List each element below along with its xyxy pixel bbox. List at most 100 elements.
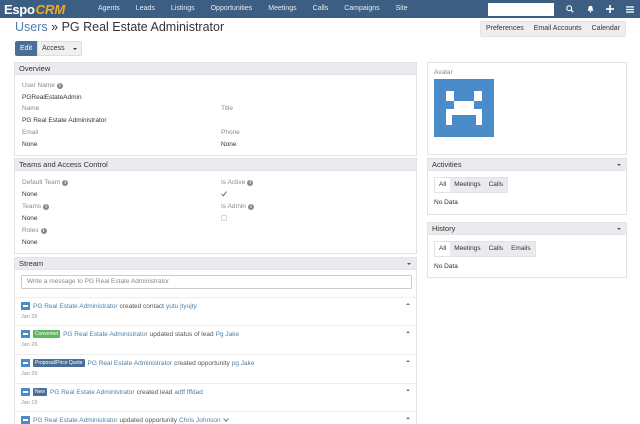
search-icon[interactable]	[560, 0, 580, 18]
menu-icon[interactable]	[620, 0, 640, 18]
status-badge: New	[33, 388, 48, 396]
history-panel: History All Meetings Calls Emails No Dat…	[427, 222, 627, 278]
stream-item: Proposal/Price Quote PG Real Estate Admi…	[15, 354, 416, 382]
field-roles: Roles i None	[22, 227, 47, 247]
avatar	[434, 79, 494, 137]
edit-button[interactable]: Edit	[15, 41, 38, 56]
status-badge: Converted	[33, 330, 61, 338]
default-team-value: None	[22, 191, 38, 198]
activities-panel: Activities All Meetings Calls No Data	[427, 158, 627, 215]
name-value: PG Real Estate Administrator	[22, 117, 107, 124]
nav-menu: Agents Leads Listings Opportunities Meet…	[90, 0, 416, 18]
stream-date: Jan 26	[21, 371, 38, 377]
record-title: PG Real Estate Administrator	[61, 20, 225, 34]
avatar-icon	[21, 330, 30, 338]
stream-target-link[interactable]: adff fffdad	[174, 389, 203, 396]
stream-panel: Stream Write a message to PG Real Estate…	[14, 257, 417, 424]
global-search-input[interactable]	[488, 2, 554, 16]
stream-user-link[interactable]: PG Real Estate Administrator	[50, 389, 135, 396]
field-name: Name PG Real Estate Administrator	[22, 105, 107, 124]
field-teams: Teams i None	[22, 203, 50, 223]
roles-value: None	[22, 239, 38, 246]
status-badge: Proposal/Price Quote	[33, 359, 85, 367]
info-icon: i	[56, 83, 63, 89]
field-title: Title	[221, 105, 234, 112]
email-value: None	[22, 141, 38, 148]
breadcrumb-separator: »	[47, 20, 62, 34]
top-navbar: Espo CRM Agents Leads Listings Opportuni…	[0, 0, 640, 18]
stream-target-link[interactable]: pg Jake	[232, 360, 255, 367]
activities-tabs: All Meetings Calls	[434, 177, 509, 193]
email-accounts-button[interactable]: Email Accounts	[529, 22, 587, 36]
tab-calls[interactable]: Calls	[485, 242, 507, 256]
nav-item-campaigns[interactable]: Campaigns	[336, 0, 387, 18]
field-email: Email None	[22, 129, 39, 148]
chevron-up-icon[interactable]	[406, 389, 410, 391]
activities-empty: No Data	[434, 199, 458, 206]
stream-date: Jan 15	[21, 400, 38, 406]
nav-item-calls[interactable]: Calls	[305, 0, 337, 18]
nav-item-agents[interactable]: Agents	[90, 0, 128, 18]
nav-item-site[interactable]: Site	[388, 0, 416, 18]
nav-item-opportunities[interactable]: Opportunities	[203, 0, 261, 18]
stream-item: PG Real Estate Administrator updated opp…	[15, 411, 416, 424]
avatar-icon	[21, 302, 30, 310]
stream-message-input[interactable]: Write a message to PG Real Estate Admini…	[21, 275, 412, 289]
breadcrumb-users[interactable]: Users	[15, 20, 48, 34]
stream-panel-header: Stream	[15, 258, 416, 270]
stream-user-link[interactable]: PG Real Estate Administrator	[33, 303, 118, 310]
avatar-icon	[21, 388, 30, 396]
stream-user-link[interactable]: PG Real Estate Administrator	[33, 417, 118, 424]
chevron-up-icon[interactable]	[406, 331, 410, 333]
is-active-checkbox-icon	[221, 191, 253, 200]
nav-item-listings[interactable]: Listings	[163, 0, 203, 18]
chevron-down-icon[interactable]	[407, 263, 411, 265]
history-empty: No Data	[434, 263, 458, 270]
stream-date: Jan 26	[21, 314, 38, 320]
field-phone: Phone None	[221, 129, 240, 148]
stream-user-link[interactable]: PG Real Estate Administrator	[63, 331, 148, 338]
field-user-name: User Name i PGRealEstateAdmin	[22, 82, 82, 101]
stream-item: PG Real Estate Administrator created con…	[15, 297, 416, 325]
nav-item-meetings[interactable]: Meetings	[260, 0, 304, 18]
info-icon: i	[247, 204, 254, 210]
teams-panel-header: Teams and Access Control	[15, 159, 416, 171]
tab-calls[interactable]: Calls	[485, 178, 507, 192]
stream-target-link[interactable]: yutu jtyujty	[166, 303, 197, 310]
chevron-down-icon[interactable]	[617, 228, 621, 230]
page-title: Users » PG Real Estate Administrator	[15, 20, 224, 34]
logo-main: Espo	[4, 1, 35, 17]
logo[interactable]: Espo CRM	[4, 0, 82, 18]
bell-icon[interactable]	[580, 0, 600, 18]
avatar-icon	[21, 416, 30, 424]
access-label: Access	[42, 45, 65, 52]
chevron-up-icon[interactable]	[406, 417, 410, 419]
chevron-up-icon[interactable]	[406, 303, 410, 305]
plus-icon[interactable]	[600, 0, 620, 18]
info-icon: i	[40, 228, 47, 234]
info-icon: i	[247, 180, 254, 186]
tab-emails[interactable]: Emails	[507, 242, 535, 256]
stream-target-link[interactable]: Pg Jake	[216, 331, 240, 338]
access-dropdown[interactable]: Access	[37, 41, 82, 56]
tab-meetings[interactable]: Meetings	[450, 178, 484, 192]
info-icon: i	[62, 180, 69, 186]
avatar-label: Avatar	[434, 69, 453, 76]
stream-target-link[interactable]: Chris Johnson	[179, 417, 221, 424]
preferences-button[interactable]: Preferences	[481, 22, 529, 36]
calendar-button[interactable]: Calendar	[587, 22, 625, 36]
tab-all[interactable]: All	[435, 178, 451, 192]
nav-item-leads[interactable]: Leads	[128, 0, 163, 18]
field-default-team: Default Team i None	[22, 179, 69, 199]
field-is-admin: Is Admin i	[221, 203, 254, 224]
logo-accent: CRM	[35, 1, 66, 17]
stream-user-link[interactable]: PG Real Estate Administrator	[88, 360, 173, 367]
caret-down-icon	[72, 47, 77, 50]
history-panel-header: History	[428, 223, 626, 235]
avatar-icon	[21, 359, 30, 367]
tab-meetings[interactable]: Meetings	[450, 242, 484, 256]
chevron-down-icon[interactable]	[617, 164, 621, 166]
chevron-up-icon[interactable]	[406, 360, 410, 362]
chevron-down-icon[interactable]	[222, 416, 229, 422]
tab-all[interactable]: All	[435, 242, 451, 256]
